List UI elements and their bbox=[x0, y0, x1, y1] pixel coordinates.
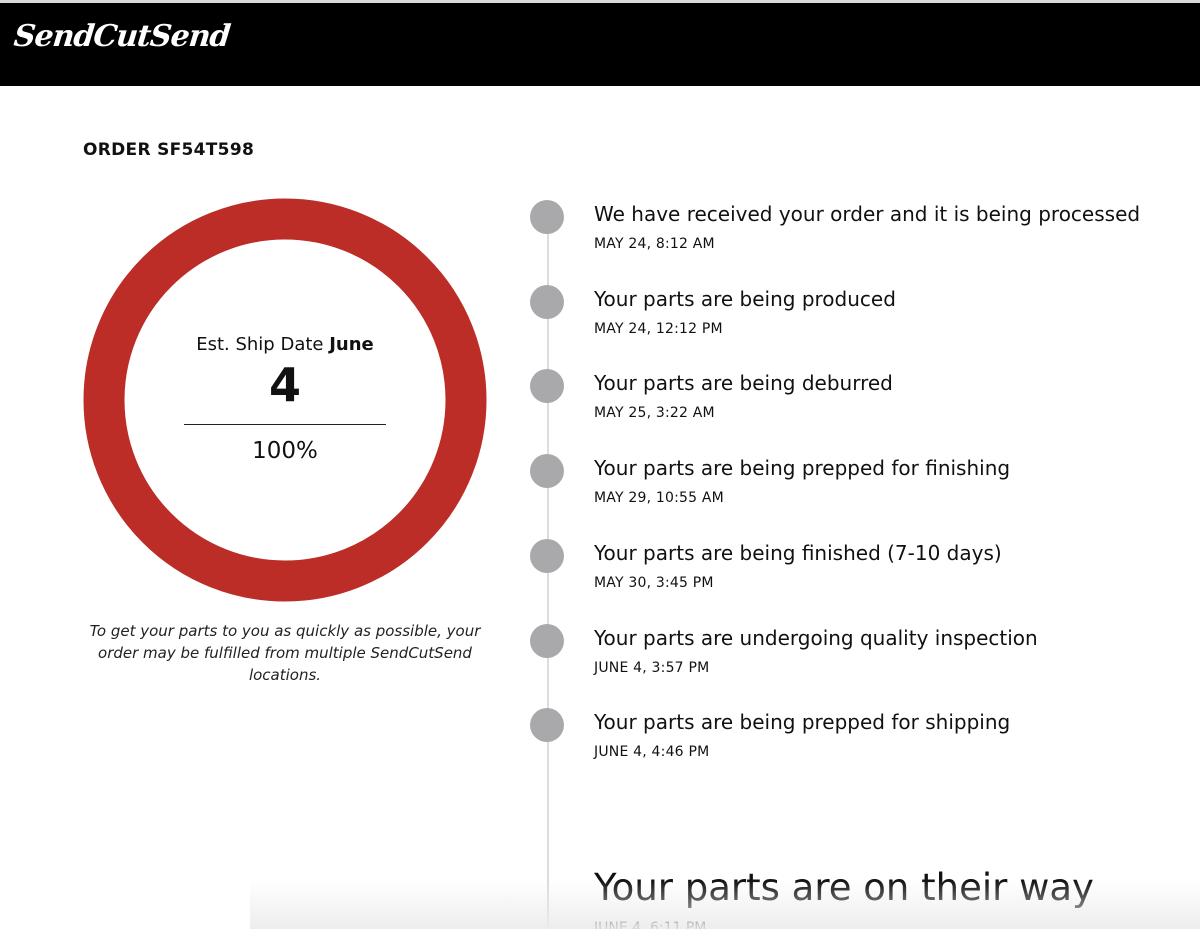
timeline-item: Your parts are being produced MAY 24, 12… bbox=[530, 285, 1190, 355]
final-status-text: Your parts are on their way bbox=[594, 866, 1094, 909]
sendcutsend-logo[interactable]: SendCutSend bbox=[12, 19, 231, 54]
timeline-item: Your parts are undergoing quality inspec… bbox=[530, 624, 1190, 694]
progress-percent: 100% bbox=[252, 438, 318, 464]
timeline-dot-icon bbox=[530, 708, 564, 742]
fulfillment-note: To get your parts to you as quickly as p… bbox=[89, 622, 481, 684]
timeline-dot-icon bbox=[530, 200, 564, 234]
timeline-status-date: JUNE 4, 4:46 PM bbox=[594, 744, 710, 760]
timeline-status-date: MAY 24, 8:12 AM bbox=[594, 236, 715, 252]
timeline-item: Your parts are being deburred MAY 25, 3:… bbox=[530, 369, 1190, 439]
est-ship-month: June bbox=[329, 334, 374, 355]
est-ship-date-label: Est. Ship Date June bbox=[83, 334, 487, 355]
order-tracking-page: SendCutSend ORDER SF54T598 Est. Ship Dat… bbox=[0, 0, 1200, 929]
order-title: ORDER SF54T598 bbox=[83, 140, 255, 160]
timeline-status-text: Your parts are being produced bbox=[594, 287, 896, 311]
est-ship-date-prefix: Est. Ship Date bbox=[196, 334, 324, 355]
timeline-item: Your parts are being finished (7-10 days… bbox=[530, 539, 1190, 609]
header-bar: SendCutSend bbox=[0, 0, 1200, 86]
progress-ring: Est. Ship Date June 4 100% bbox=[83, 198, 487, 602]
timeline-status-text: Your parts are undergoing quality inspec… bbox=[594, 626, 1038, 650]
timeline-dot-icon bbox=[530, 624, 564, 658]
timeline-dot-icon bbox=[530, 369, 564, 403]
timeline-status-text: Your parts are being deburred bbox=[594, 371, 893, 395]
timeline-status-text: We have received your order and it is be… bbox=[594, 202, 1141, 226]
timeline-dot-icon bbox=[530, 454, 564, 488]
timeline-status-text: Your parts are being prepped for shippin… bbox=[594, 710, 1011, 734]
progress-ring-content: Est. Ship Date June 4 100% bbox=[83, 198, 487, 602]
timeline-status-text: Your parts are being finished (7-10 days… bbox=[594, 541, 1002, 565]
timeline-item: Your parts are being prepped for shippin… bbox=[530, 708, 1190, 778]
timeline-dot-icon bbox=[530, 539, 564, 573]
timeline-item: We have received your order and it is be… bbox=[530, 200, 1190, 270]
timeline-status-text: Your parts are being prepped for finishi… bbox=[594, 456, 1011, 480]
timeline-status-date: MAY 30, 3:45 PM bbox=[594, 575, 714, 591]
timeline-status-date: MAY 25, 3:22 AM bbox=[594, 405, 715, 421]
timeline-status-date: MAY 24, 12:12 PM bbox=[594, 321, 723, 337]
timeline-dot-icon bbox=[530, 285, 564, 319]
final-status-date: JUNE 4, 6:11 PM bbox=[594, 920, 707, 929]
timeline-item: Your parts are being prepped for finishi… bbox=[530, 454, 1190, 524]
ring-divider bbox=[184, 424, 386, 425]
est-ship-day: 4 bbox=[268, 358, 301, 412]
timeline-status-date: MAY 29, 10:55 AM bbox=[594, 490, 724, 506]
timeline-status-date: JUNE 4, 3:57 PM bbox=[594, 660, 710, 676]
